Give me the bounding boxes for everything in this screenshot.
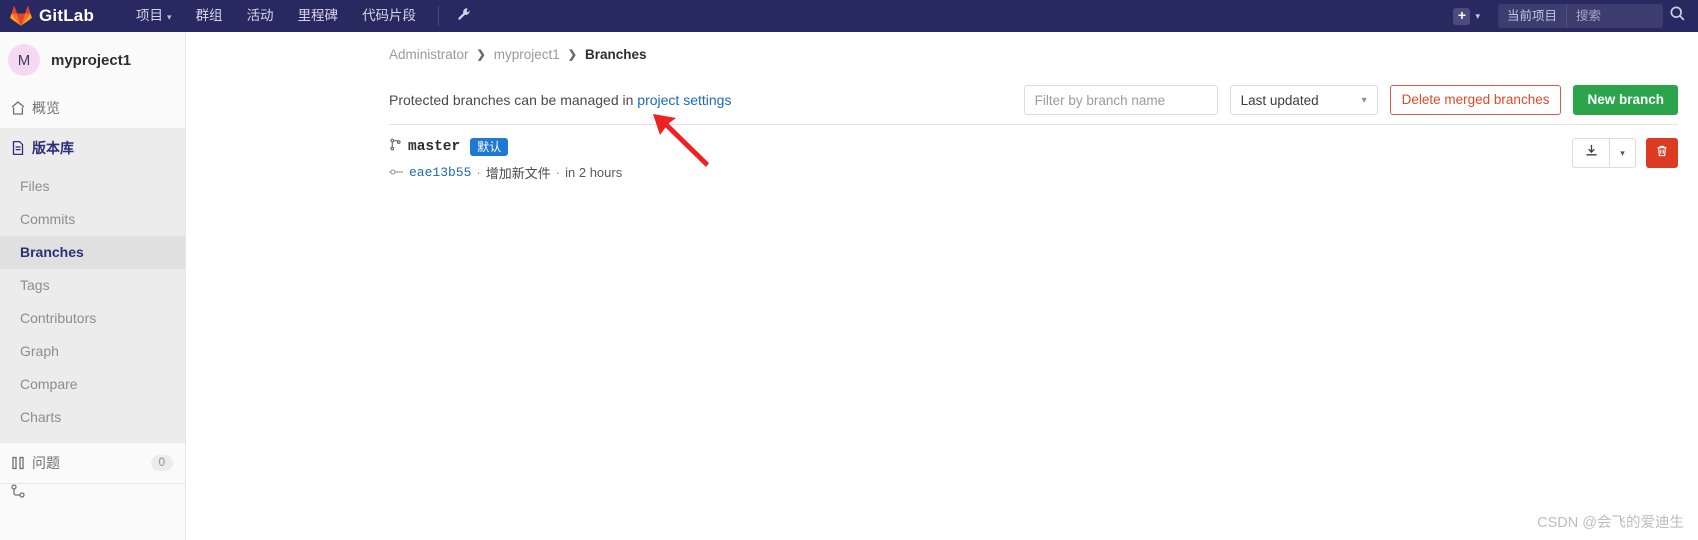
avatar: M [8, 44, 40, 76]
new-branch-button[interactable]: New branch [1573, 85, 1678, 115]
chevron-right-icon-2: ❯ [567, 48, 577, 61]
breadcrumb: Administrator ❯ myproject1 ❯ Branches [186, 32, 1698, 76]
main-content: Administrator ❯ myproject1 ❯ Branches Pr… [186, 32, 1698, 540]
trash-icon [1655, 144, 1669, 163]
nav-link-projects-label: 项目 [136, 7, 164, 23]
download-button[interactable] [1572, 138, 1610, 168]
home-icon [10, 100, 32, 116]
issue-icon [10, 455, 32, 471]
download-dropdown-toggle[interactable]: ▾ [1610, 138, 1636, 168]
delete-branch-button[interactable] [1646, 138, 1678, 168]
toolbar-controls: Last updated ▾ Delete merged branches Ne… [1023, 85, 1678, 115]
sidebar-subitem-charts[interactable]: Charts [0, 401, 185, 434]
download-icon [1584, 143, 1599, 163]
navbar-right: + ▾ 当前项目 [1449, 0, 1698, 32]
sidebar-subitem-graph[interactable]: Graph [0, 335, 185, 368]
sidebar-subitem-compare[interactable]: Compare [0, 368, 185, 401]
breadcrumb-current: Branches [585, 46, 647, 62]
commit-message: 增加新文件 [485, 166, 551, 181]
branch-row-actions: ▾ [1572, 138, 1678, 168]
nav-link-milestones[interactable]: 里程碑 [286, 0, 351, 32]
branch-filter-input[interactable] [1023, 85, 1218, 115]
breadcrumb-item-administrator[interactable]: Administrator [389, 47, 469, 62]
gitlab-tanuki-icon [10, 5, 32, 27]
sidebar-item-issues[interactable]: 问题 0 [0, 443, 185, 483]
sidebar-item-repository[interactable]: 版本库 [0, 128, 185, 168]
branch-title: master 默认 [389, 137, 1678, 157]
sidebar-item-overview-label: 概览 [32, 100, 60, 116]
brand-label: GitLab [39, 6, 95, 25]
sort-dropdown-value: Last updated [1240, 92, 1319, 108]
commit-separator: · [476, 165, 481, 180]
project-settings-link[interactable]: project settings [637, 92, 731, 108]
branch-icon [389, 137, 402, 157]
global-search: 当前项目 [1497, 4, 1663, 28]
sidebar-subitem-contributors[interactable]: Contributors [0, 302, 185, 335]
sidebar-subitem-files[interactable]: Files [0, 170, 185, 203]
merge-request-icon [10, 484, 32, 498]
branches-toolbar: Protected branches can be managed in pro… [186, 76, 1698, 124]
sidebar-item-partial[interactable] [0, 484, 185, 498]
branch-commit-line: eae13b55 · 增加新文件 · in 2 hours [389, 163, 1678, 182]
branch-name[interactable]: master [408, 139, 460, 155]
commit-time: in 2 hours [565, 165, 623, 180]
project-sidebar: M myproject1 概览 版本库 Files Commits Branch… [0, 32, 186, 540]
default-branch-badge: 默认 [470, 138, 509, 156]
breadcrumb-item-project[interactable]: myproject1 [494, 47, 560, 62]
nav-link-groups[interactable]: 群组 [184, 0, 235, 32]
issues-count-badge: 0 [150, 455, 173, 471]
commit-separator-2: · [555, 165, 561, 180]
project-name: myproject1 [51, 51, 132, 69]
sort-dropdown[interactable]: Last updated ▾ [1229, 85, 1378, 115]
watermark: CSDN @会飞的爱迪生 [1537, 515, 1684, 531]
chevron-down-icon: ▾ [167, 11, 172, 22]
nav-link-snippets[interactable]: 代码片段 [350, 0, 428, 32]
wrench-icon[interactable] [449, 7, 480, 25]
sidebar-subitem-tags[interactable]: Tags [0, 269, 185, 302]
project-header[interactable]: M myproject1 [0, 32, 185, 88]
commit-icon [389, 165, 403, 180]
search-scope-label[interactable]: 当前项目 [1498, 4, 1567, 28]
primary-nav: 项目 ▾ 群组 活动 里程碑 代码片段 [124, 0, 480, 32]
sidebar-item-repository-label: 版本库 [32, 140, 74, 156]
chevron-down-icon: ▾ [1361, 94, 1367, 106]
gitlab-branches-page: GitLab 项目 ▾ 群组 活动 里程碑 代码片段 + ▾ 当前项目 搜索 M… [0, 0, 1698, 540]
protected-branches-notice: Protected branches can be managed in pro… [389, 92, 731, 108]
download-split-button: ▾ [1572, 138, 1636, 168]
sidebar-item-overview[interactable]: 概览 [0, 88, 185, 128]
sidebar-subitem-commits[interactable]: Commits [0, 203, 185, 236]
notice-text: Protected branches can be managed in [389, 92, 634, 108]
repository-subnav: Files Commits Branches Tags Contributors… [0, 168, 185, 442]
chevron-right-icon: ❯ [476, 48, 486, 61]
delete-merged-branches-button[interactable]: Delete merged branches [1389, 85, 1562, 115]
nav-link-projects[interactable]: 项目 ▾ [124, 0, 184, 33]
search-icon[interactable] [1669, 5, 1686, 27]
commit-sha-link[interactable]: eae13b55 [409, 165, 471, 180]
new-item-button[interactable]: + ▾ [1449, 7, 1484, 25]
sidebar-subitem-branches[interactable]: Branches [0, 236, 185, 269]
document-icon [10, 140, 32, 156]
search-input[interactable] [1567, 9, 1663, 23]
gitlab-brand[interactable]: GitLab [10, 5, 94, 27]
nav-divider [438, 6, 440, 26]
branch-row: master 默认 eae13b55 · 增加新文件 · in 2 hours [186, 125, 1698, 187]
chevron-down-icon: ▾ [1475, 10, 1480, 21]
top-navbar: GitLab 项目 ▾ 群组 活动 里程碑 代码片段 + ▾ 当前项目 [0, 0, 1698, 32]
sidebar-item-issues-label: 问题 [32, 455, 60, 471]
plus-icon: + [1453, 7, 1471, 25]
nav-link-activity[interactable]: 活动 [235, 0, 286, 32]
